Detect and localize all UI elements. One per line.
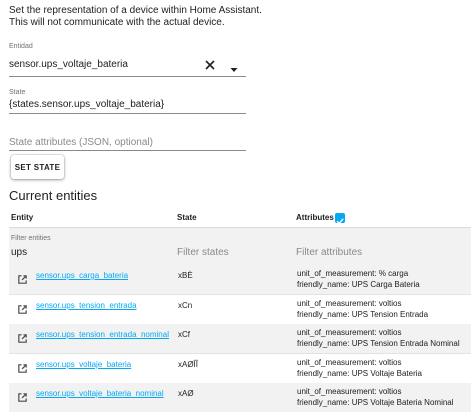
state-attributes-input[interactable]: State attributes (JSON, optional) (9, 137, 153, 148)
open-in-new-icon[interactable] (17, 302, 28, 314)
entity-link[interactable]: sensor.ups_voltaje_bateria_nominal (36, 389, 164, 398)
set-state-button[interactable]: SET STATE (11, 155, 64, 179)
entity-state: xAØÎÎ (178, 360, 199, 369)
entity-attribute-friendly-name: friendly_name: UPS Tension Entrada (297, 310, 429, 319)
entity-attribute-unit: unit_of_measurement: voltios (297, 358, 402, 367)
entity-state: xCf (178, 330, 190, 339)
state-field-underline (9, 113, 246, 114)
filter-row (9, 228, 471, 266)
state-field-input[interactable]: {states.sensor.ups_voltaje_bateria} (9, 99, 164, 110)
column-header-attributes: Attributes (296, 213, 334, 222)
entity-field-label: Entidad (9, 43, 33, 50)
entity-attribute-unit: unit_of_measurement: voltios (297, 328, 402, 337)
entity-attribute-unit: unit_of_measurement: voltios (297, 299, 402, 308)
open-in-new-icon[interactable] (17, 390, 28, 402)
entity-state: xAØ (178, 389, 194, 398)
filter-entities-label: Filter entities (11, 235, 51, 242)
entity-attribute-friendly-name: friendly_name: UPS Voltaje Bateria (297, 369, 422, 378)
state-attributes-underline (9, 150, 246, 151)
entity-field-input[interactable]: sensor.ups_voltaje_bateria (9, 59, 128, 70)
entity-link[interactable]: sensor.ups_voltaje_bateria (36, 360, 131, 369)
current-entities-title: Current entities (9, 188, 98, 203)
description-line-1: Set the representation of a device withi… (9, 5, 262, 16)
entity-attribute-unit: unit_of_measurement: voltios (297, 387, 402, 396)
filter-attributes-input[interactable]: Filter attributes (296, 247, 362, 258)
filter-entities-input[interactable]: ups (11, 247, 27, 258)
state-field-label: State (9, 89, 26, 96)
open-in-new-icon[interactable] (17, 361, 28, 373)
attributes-checkbox[interactable] (335, 213, 345, 225)
open-in-new-icon[interactable] (17, 331, 28, 343)
entity-field-underline (9, 76, 246, 77)
entity-link[interactable]: sensor.ups_tension_entrada_nominal (36, 330, 169, 339)
column-header-state[interactable]: State (177, 213, 197, 222)
entity-link[interactable]: sensor.ups_tension_entrada (36, 301, 137, 310)
entity-state: xBÈ (178, 271, 193, 280)
entity-attribute-friendly-name: friendly_name: UPS Carga Bateria (297, 280, 420, 289)
entity-link[interactable]: sensor.ups_carga_bateria (36, 271, 128, 280)
entity-attribute-friendly-name: friendly_name: UPS Tension Entrada Nomin… (297, 339, 460, 348)
entity-attribute-friendly-name: friendly_name: UPS Voltaje Bateria Nomin… (297, 398, 454, 407)
description-line-2: This will not communicate with the actua… (9, 17, 225, 28)
entity-attribute-unit: unit_of_measurement: % carga (297, 269, 409, 278)
arrow-drop-down-icon[interactable] (229, 61, 239, 72)
open-in-new-icon[interactable] (17, 272, 28, 284)
filter-states-input[interactable]: Filter states (177, 247, 229, 258)
entity-state: xCn (178, 301, 193, 310)
close-icon[interactable] (204, 58, 216, 70)
column-header-entity[interactable]: Entity (11, 213, 33, 222)
